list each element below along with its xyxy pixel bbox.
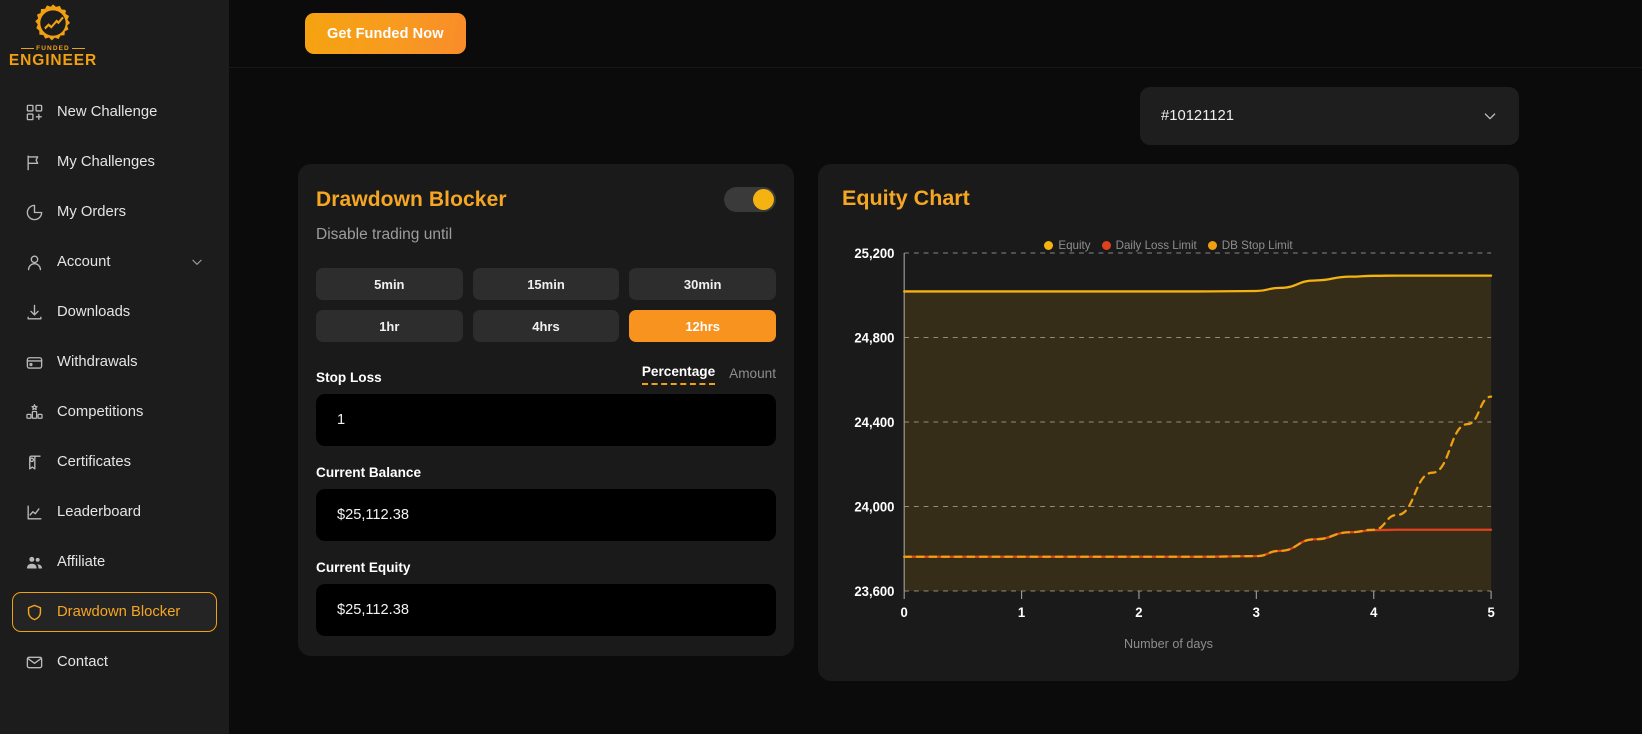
chart-y-tick-label: 23,600 <box>854 584 894 599</box>
tab-amount[interactable]: Amount <box>729 366 776 385</box>
tab-percentage[interactable]: Percentage <box>641 364 716 385</box>
sidebar-item-my-orders[interactable]: My Orders <box>12 192 217 232</box>
chart-x-tick-label: 1 <box>1018 605 1026 620</box>
sidebar-item-label: Account <box>57 254 111 270</box>
sidebar-item-label: Certificates <box>57 454 132 470</box>
sidebar-item-label: Leaderboard <box>57 504 141 520</box>
drawdown-blocker-card: Drawdown Blocker Disable trading until 5… <box>298 164 794 656</box>
sidebar-item-label: Contact <box>57 654 108 670</box>
drawdown-blocker-toggle[interactable] <box>724 187 776 212</box>
sidebar-item-new-challenge[interactable]: New Challenge <box>12 92 217 132</box>
wallet-icon <box>25 353 44 372</box>
users-icon <box>25 553 44 572</box>
sidebar-item-drawdown-blocker[interactable]: Drawdown Blocker <box>12 592 217 632</box>
sidebar-nav: New Challenge My Challenges My Orders Ac… <box>0 87 229 687</box>
gear-chart-logo-icon <box>35 4 70 41</box>
toggle-knob <box>753 189 774 210</box>
chart-y-tick-label: 24,000 <box>854 499 894 514</box>
sidebar-item-leaderboard[interactable]: Leaderboard <box>12 492 217 532</box>
current-equity-label: Current Equity <box>316 560 411 575</box>
chevron-down-icon[interactable] <box>190 255 204 269</box>
stop-loss-mode-tabs: Percentage Amount <box>641 364 776 385</box>
duration-button-12hrs[interactable]: 12hrs <box>629 310 776 342</box>
main-content: Get Funded Now #10121121 Drawdown Blocke… <box>229 0 1642 734</box>
account-select[interactable]: #10121121 <box>1140 87 1519 145</box>
topbar: Get Funded Now <box>229 0 1642 68</box>
download-icon <box>25 303 44 322</box>
sidebar-item-label: My Challenges <box>57 154 155 170</box>
sidebar-item-label: Downloads <box>57 304 131 320</box>
duration-button-4hrs[interactable]: 4hrs <box>472 310 620 342</box>
sidebar-item-account[interactable]: Account <box>12 242 217 282</box>
logo-subtext: FUNDED <box>36 45 70 53</box>
duration-button-15min[interactable]: 15min <box>472 268 620 300</box>
user-icon <box>25 253 44 272</box>
sidebar-item-downloads[interactable]: Downloads <box>12 292 217 332</box>
duration-button-5min[interactable]: 5min <box>316 268 463 300</box>
equity-chart: Equity Daily Loss Limit DB Stop Limit 23… <box>842 217 1495 651</box>
sidebar-item-label: Drawdown Blocker <box>57 604 181 620</box>
sidebar-item-label: Affiliate <box>57 554 106 570</box>
chart-x-tick-label: 3 <box>1253 605 1260 620</box>
get-funded-now-button[interactable]: Get Funded Now <box>305 13 466 54</box>
drawdown-blocker-header: Drawdown Blocker <box>316 187 776 212</box>
chart-x-tick-label: 5 <box>1487 605 1495 620</box>
page-content: #10121121 Drawdown Blocker Disable tradi… <box>229 68 1642 681</box>
sidebar-item-label: New Challenge <box>57 104 158 120</box>
pie-chart-icon <box>25 203 44 222</box>
duration-button-1hr[interactable]: 1hr <box>316 310 463 342</box>
chart-x-tick-label: 2 <box>1135 605 1142 620</box>
chart-x-axis-title: Number of days <box>1124 637 1213 651</box>
chart-svg: 23,600 24,000 24,400 24,800 25,200 0 1 2 3 4 5 <box>854 246 1495 620</box>
drawdown-blocker-title: Drawdown Blocker <box>316 187 507 211</box>
sidebar-item-competitions[interactable]: Competitions <box>12 392 217 432</box>
current-equity-field: $25,112.38 <box>316 584 776 636</box>
duration-button-group: 5min 15min 30min 1hr 4hrs 12hrs <box>316 268 776 342</box>
logo-divider: FUNDED <box>21 45 85 52</box>
equity-chart-card: Equity Chart Equity Daily Loss Limit DB … <box>818 164 1519 681</box>
podium-icon <box>25 403 44 422</box>
account-select-value: #10121121 <box>1161 108 1234 124</box>
sidebar-item-affiliate[interactable]: Affiliate <box>12 542 217 582</box>
stop-loss-row: Stop Loss Percentage Amount <box>316 364 776 385</box>
stop-loss-input[interactable]: 1 <box>316 394 776 446</box>
duration-button-30min[interactable]: 30min <box>629 268 776 300</box>
brand-logo[interactable]: FUNDED ENGINEER <box>0 0 229 72</box>
chart-y-tick-label: 24,400 <box>854 415 894 430</box>
chart-y-tick-label: 25,200 <box>854 246 894 261</box>
line-chart-icon <box>25 503 44 522</box>
chart-area-fill <box>904 275 1492 591</box>
equity-chart-title: Equity Chart <box>842 186 970 210</box>
chevron-down-icon[interactable] <box>1482 108 1498 124</box>
current-balance-label: Current Balance <box>316 465 422 480</box>
sidebar-item-certificates[interactable]: Certificates <box>12 442 217 482</box>
sidebar: FUNDED ENGINEER New Challenge My Challen… <box>0 0 229 734</box>
logo-wordmark: ENGINEER <box>8 52 98 70</box>
sidebar-item-label: Withdrawals <box>57 354 138 370</box>
chart-x-tick-label: 4 <box>1370 605 1378 620</box>
account-select-row: #10121121 <box>229 68 1642 145</box>
grid-plus-icon <box>25 103 44 122</box>
flag-icon <box>25 153 44 172</box>
current-balance-field: $25,112.38 <box>316 489 776 541</box>
chart-plot-area: 23,600 24,000 24,400 24,800 25,200 0 1 2 3 4 5 <box>842 217 1495 647</box>
envelope-icon <box>25 653 44 672</box>
panels: Drawdown Blocker Disable trading until 5… <box>229 145 1642 681</box>
app-root: FUNDED ENGINEER New Challenge My Challen… <box>0 0 1642 734</box>
disable-trading-label: Disable trading until <box>316 226 453 243</box>
certificate-icon <box>25 453 44 472</box>
sidebar-item-label: Competitions <box>57 404 144 420</box>
chart-y-tick-label: 24,800 <box>854 330 894 345</box>
chart-x-tick-label: 0 <box>901 605 908 620</box>
sidebar-item-my-challenges[interactable]: My Challenges <box>12 142 217 182</box>
sidebar-item-contact[interactable]: Contact <box>12 642 217 682</box>
sidebar-item-withdrawals[interactable]: Withdrawals <box>12 342 217 382</box>
sidebar-item-label: My Orders <box>57 204 127 220</box>
shield-icon <box>25 603 44 622</box>
stop-loss-label: Stop Loss <box>316 370 382 385</box>
